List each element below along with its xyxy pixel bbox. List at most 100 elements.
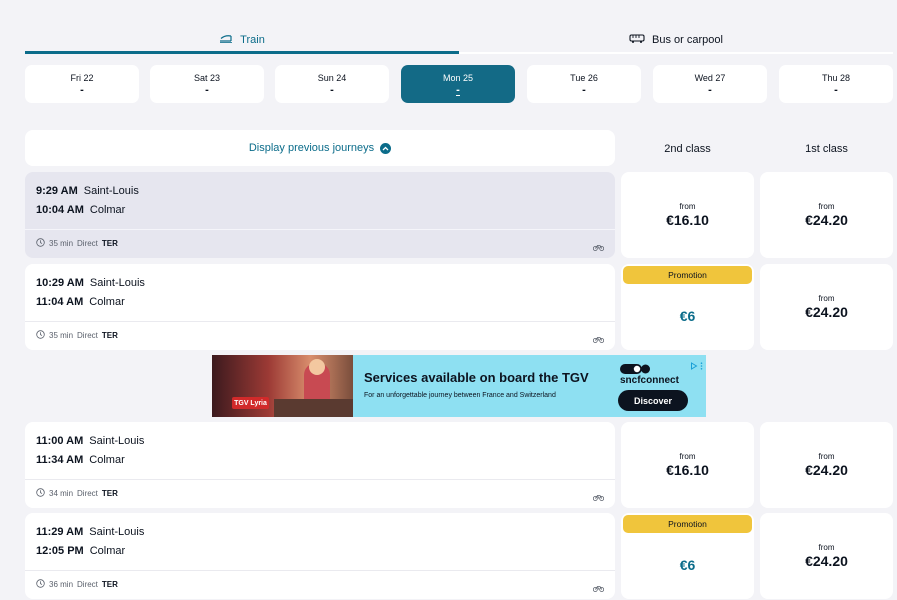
price-from-label: from bbox=[818, 202, 835, 211]
price-amount: €6 bbox=[679, 557, 696, 573]
ad-subtitle: For an unforgettable journey between Fra… bbox=[364, 392, 556, 399]
adchoices-icon bbox=[690, 357, 698, 375]
bicycle-icon bbox=[592, 238, 605, 256]
journey-type: Direct bbox=[77, 489, 98, 498]
price-2nd-class[interactable]: from €16.10 bbox=[621, 422, 754, 508]
date-mon-25[interactable]: Mon 25- bbox=[401, 65, 515, 103]
price-2nd-class[interactable]: Promotion €6 bbox=[621, 264, 754, 350]
train-type: TER bbox=[101, 580, 118, 589]
date-thu-28[interactable]: Thu 28- bbox=[779, 65, 893, 103]
departure-station: Saint-Louis bbox=[89, 526, 145, 538]
journey-meta: 35 min Direct TER bbox=[36, 238, 118, 249]
tgv-lyria-logo: TGV Lyria bbox=[232, 397, 269, 409]
promotion-badge: Promotion bbox=[623, 515, 752, 533]
departure-station: Saint-Louis bbox=[89, 435, 145, 447]
train-type: TER bbox=[101, 489, 118, 498]
date-value: - bbox=[80, 84, 84, 96]
toggle-logo-icon bbox=[620, 364, 680, 374]
column-header-2nd-class: 2nd class bbox=[664, 143, 711, 155]
price-1st-class[interactable]: from €24.20 bbox=[760, 422, 893, 508]
arrival-station: Colmar bbox=[89, 296, 125, 308]
date-fri-22[interactable]: Fri 22- bbox=[25, 65, 139, 103]
more-options-icon bbox=[700, 357, 703, 375]
journey-row[interactable]: 10:29 AM Saint-Louis 11:04 AM Colmar 35 mi… bbox=[25, 264, 615, 350]
ad-banner[interactable]: TGV Lyria Services available on board th… bbox=[212, 355, 706, 417]
clock-icon bbox=[36, 330, 45, 341]
price-from-label: from bbox=[679, 452, 696, 461]
arrival-time: 11:04 AM bbox=[36, 296, 84, 308]
tab-train[interactable]: Train bbox=[25, 26, 459, 54]
arrival: 11:34 AM Colmar bbox=[36, 454, 125, 466]
row-divider bbox=[25, 479, 615, 480]
bicycle-icon bbox=[592, 488, 605, 506]
tab-divider bbox=[459, 52, 893, 54]
transport-tabs: Train Bus or carpool bbox=[25, 26, 893, 54]
duration: 35 min bbox=[49, 331, 74, 340]
date-wed-27[interactable]: Wed 27- bbox=[653, 65, 767, 103]
price-1st-class[interactable]: from €24.20 bbox=[760, 172, 893, 258]
price-amount: €24.20 bbox=[805, 212, 848, 228]
sncf-connect-logo: sncfconnect bbox=[620, 364, 680, 386]
arrival: 12:05 PM Colmar bbox=[36, 545, 125, 557]
ad-brand-name: sncfconnect bbox=[620, 375, 679, 386]
price-from-label: from bbox=[679, 202, 696, 211]
row-divider bbox=[25, 321, 615, 322]
arrival-station: Colmar bbox=[89, 204, 126, 216]
price-2nd-class[interactable]: Promotion €6 bbox=[621, 513, 754, 599]
date-value: - bbox=[834, 84, 838, 96]
ad-title: Services available on board the TGV bbox=[364, 370, 589, 385]
ad-discover-button[interactable]: Discover bbox=[618, 390, 688, 411]
arrival: 11:04 AM Colmar bbox=[36, 296, 125, 308]
arrival-time: 11:34 AM bbox=[36, 454, 84, 466]
duration: 34 min bbox=[49, 489, 74, 498]
journey-row[interactable]: 9:29 AM Saint-Louis 10:04 AM Colmar 35 min… bbox=[25, 172, 615, 258]
bicycle-icon bbox=[592, 579, 605, 597]
previous-journeys-label: Display previous journeys bbox=[248, 142, 375, 154]
journey-row[interactable]: 11:00 AM Saint-Louis 11:34 AM Colmar 34 mi… bbox=[25, 422, 615, 508]
arrival-station: Colmar bbox=[89, 454, 125, 466]
price-1st-class[interactable]: from €24.20 bbox=[760, 264, 893, 350]
date-label: Fri 22 bbox=[70, 73, 94, 83]
departure: 11:29 AM Saint-Louis bbox=[36, 526, 144, 538]
arrival-time: 12:05 PM bbox=[36, 545, 84, 557]
date-sat-23[interactable]: Sat 23- bbox=[150, 65, 264, 103]
ad-choices[interactable] bbox=[690, 357, 703, 375]
price-amount: €24.20 bbox=[805, 553, 848, 569]
date-label: Sun 24 bbox=[317, 73, 347, 83]
date-tue-26[interactable]: Tue 26- bbox=[527, 65, 641, 103]
price-from-label: from bbox=[818, 543, 835, 552]
train-type: TER bbox=[101, 239, 118, 248]
ad-photo-head bbox=[309, 359, 325, 375]
journey-type: Direct bbox=[77, 239, 98, 248]
journey-type: Direct bbox=[77, 331, 98, 340]
journey-meta: 34 min Direct TER bbox=[36, 488, 118, 499]
arrival-station: Colmar bbox=[89, 545, 126, 557]
journey-row[interactable]: 11:29 AM Saint-Louis 12:05 PM Colmar 36 mi… bbox=[25, 513, 615, 599]
price-amount: €16.10 bbox=[666, 212, 709, 228]
promotion-badge: Promotion bbox=[623, 266, 752, 284]
row-divider bbox=[25, 229, 615, 230]
chevron-up-icon bbox=[380, 142, 392, 154]
departure-time: 11:29 AM bbox=[36, 526, 84, 538]
price-1st-class[interactable]: from €24.20 bbox=[760, 513, 893, 599]
date-value: - bbox=[708, 84, 712, 96]
clock-icon bbox=[36, 579, 45, 590]
date-sun-24[interactable]: Sun 24- bbox=[275, 65, 389, 103]
clock-icon bbox=[36, 488, 45, 499]
departure-station: Saint-Louis bbox=[83, 185, 139, 197]
date-label: Thu 28 bbox=[821, 73, 851, 83]
date-value: - bbox=[330, 84, 334, 96]
departure: 9:29 AM Saint-Louis bbox=[36, 185, 139, 197]
display-previous-journeys-button[interactable]: Display previous journeys bbox=[25, 130, 615, 166]
date-label: Mon 25 bbox=[442, 72, 474, 83]
column-header-1st-class: 1st class bbox=[805, 143, 848, 155]
price-amount: €16.10 bbox=[666, 462, 709, 478]
date-value: - bbox=[456, 83, 460, 96]
journey-meta: 35 min Direct TER bbox=[36, 330, 118, 341]
departure-time: 9:29 AM bbox=[36, 185, 78, 197]
clock-icon bbox=[36, 238, 45, 249]
date-selector: Fri 22- Sat 23- Sun 24- Mon 25- Tue 26- … bbox=[25, 65, 893, 103]
tab-bus-carpool[interactable]: Bus or carpool bbox=[459, 26, 893, 54]
price-from-label: from bbox=[818, 452, 835, 461]
price-2nd-class[interactable]: from €16.10 bbox=[621, 172, 754, 258]
